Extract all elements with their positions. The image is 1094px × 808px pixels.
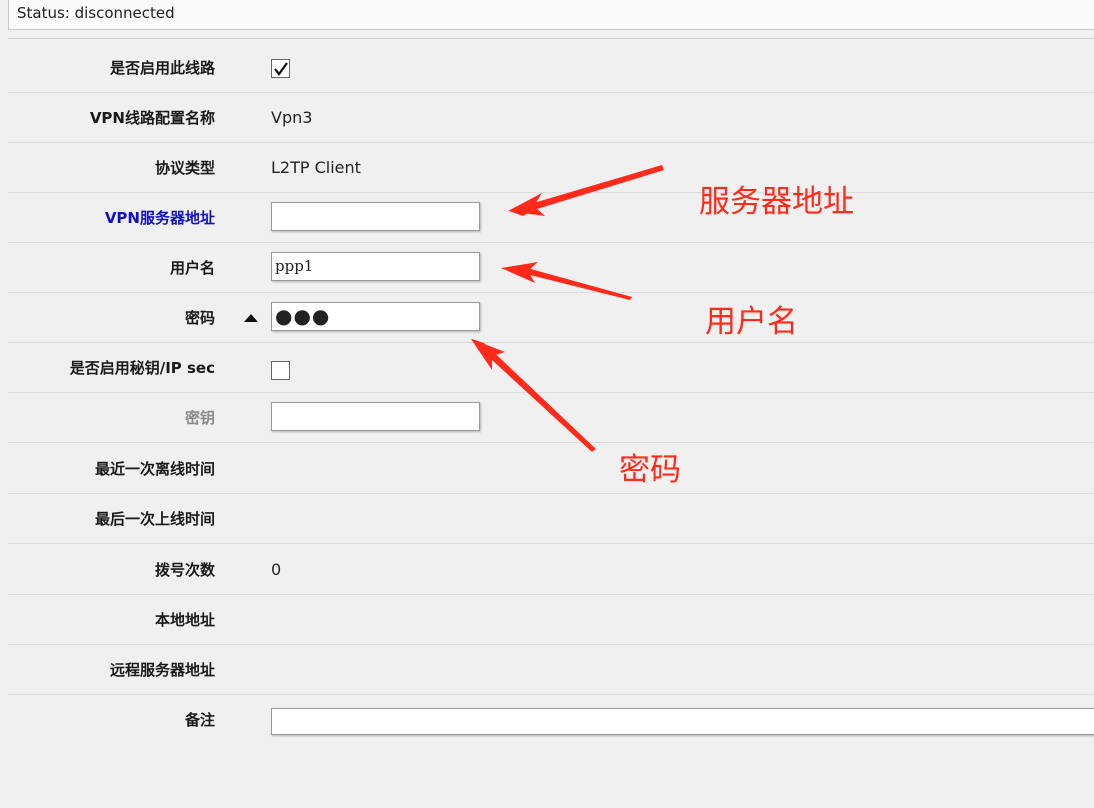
annotation-server: 服务器地址	[699, 184, 854, 220]
annotation-password: 密码	[619, 452, 681, 488]
annotation-arrows	[471, 165, 664, 452]
annotation-username: 用户名	[705, 304, 798, 340]
